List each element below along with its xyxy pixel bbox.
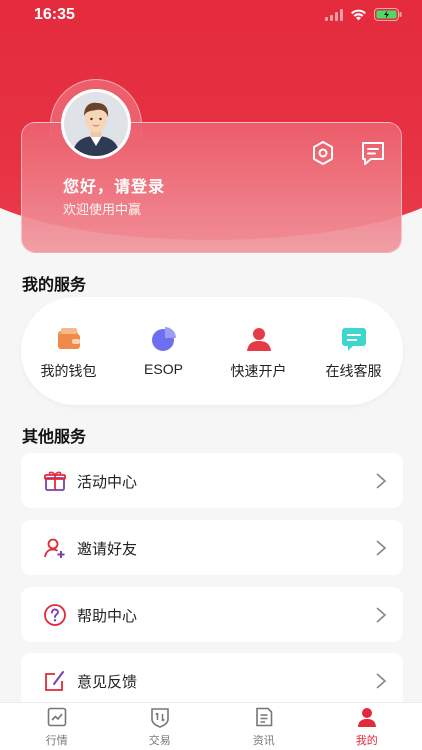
- tab-news[interactable]: 资讯: [211, 703, 317, 750]
- chevron-right-icon: [376, 673, 387, 689]
- service-open-account[interactable]: 快速开户: [211, 297, 306, 405]
- service-label: ESOP: [144, 361, 183, 377]
- welcome-text: 欢迎使用中赢: [63, 202, 142, 217]
- service-esop[interactable]: ESOP: [116, 297, 211, 405]
- chart-icon: [47, 707, 67, 727]
- service-wallet[interactable]: 我的钱包: [21, 297, 116, 405]
- status-time: 16:35: [34, 6, 75, 23]
- other-services-title: 其他服务: [22, 429, 87, 446]
- message-icon[interactable]: [359, 139, 387, 167]
- my-services-title: 我的服务: [22, 277, 87, 294]
- service-label: 在线客服: [325, 363, 382, 379]
- list-item-feedback[interactable]: 意见反馈: [21, 653, 403, 708]
- list-item-label: 邀请好友: [77, 541, 138, 558]
- status-bar: 16:35: [0, 0, 422, 32]
- list-item-invite-friends[interactable]: 邀请好友: [21, 520, 403, 575]
- list-item-activity-center[interactable]: 活动中心: [21, 453, 403, 508]
- tab-trade[interactable]: 交易: [107, 703, 213, 750]
- avatar[interactable]: [61, 89, 131, 159]
- tab-label: 资讯: [252, 735, 275, 747]
- tab-label: 我的: [355, 735, 378, 747]
- signal-icon: [325, 8, 343, 21]
- trade-icon: [150, 708, 169, 728]
- tab-bar: 行情 交易 资讯 我的: [0, 702, 422, 750]
- chat-icon: [341, 328, 366, 351]
- chevron-right-icon: [376, 607, 387, 623]
- service-label: 我的钱包: [40, 363, 97, 379]
- status-icons: [325, 8, 402, 21]
- help-icon: [44, 604, 66, 626]
- avatar-image: [64, 92, 128, 156]
- tab-label: 交易: [148, 735, 171, 747]
- list-item-label: 帮助中心: [77, 608, 138, 625]
- battery-icon: [374, 8, 402, 21]
- feedback-icon: [45, 671, 64, 691]
- my-services-card: 我的钱包 ESOP 快速开户 在线客服: [21, 297, 403, 405]
- login-greeting[interactable]: 您好，请登录: [63, 173, 165, 197]
- profile-icon: [357, 708, 376, 727]
- service-online-support[interactable]: 在线客服: [306, 297, 401, 405]
- tab-mine[interactable]: 我的: [314, 703, 420, 750]
- wifi-icon: [351, 9, 366, 20]
- tab-market[interactable]: 行情: [4, 703, 110, 750]
- list-item-label: 意见反馈: [77, 674, 138, 691]
- chevron-right-icon: [376, 473, 387, 489]
- user-icon: [246, 328, 271, 351]
- news-icon: [255, 707, 273, 727]
- pie-chart-icon: [151, 327, 176, 351]
- chevron-right-icon: [376, 540, 387, 556]
- list-item-label: 活动中心: [77, 474, 138, 491]
- list-item-help-center[interactable]: 帮助中心: [21, 587, 403, 642]
- gear-icon[interactable]: [309, 139, 337, 167]
- wallet-icon: [57, 328, 80, 349]
- gift-icon: [44, 471, 66, 491]
- service-label: 快速开户: [230, 363, 287, 379]
- add-user-icon: [44, 538, 65, 558]
- tab-label: 行情: [45, 735, 68, 747]
